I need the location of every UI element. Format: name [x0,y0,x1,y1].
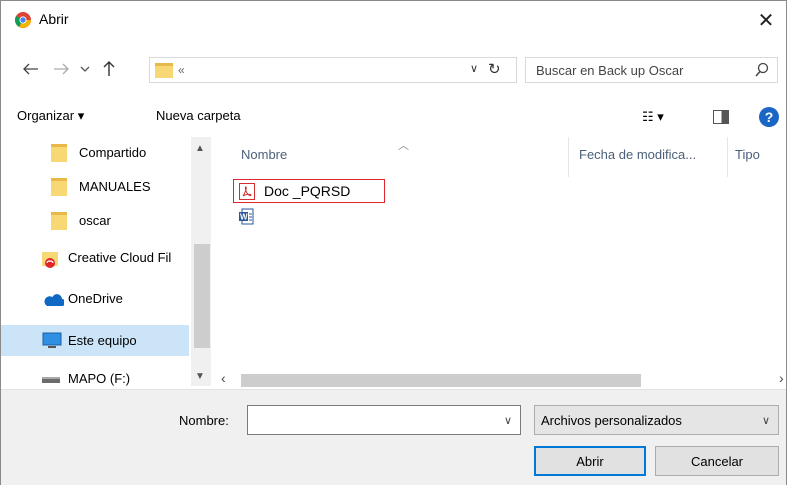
nav-item-label: OneDrive [68,291,123,306]
address-dropdown-icon[interactable]: ∨ [470,62,478,75]
refresh-icon[interactable]: ↻ [488,60,501,78]
nav-item-mapo-drive[interactable]: MAPO (F:) [1,365,189,386]
organize-button[interactable]: Organizar ▾ [17,108,84,124]
search-placeholder: Buscar en Back up Oscar [536,63,684,78]
chrome-icon [15,12,31,28]
chevron-down-icon[interactable]: ∨ [504,414,512,427]
breadcrumb[interactable]: « [178,63,185,77]
address-row: « ∨ ↻ Buscar en Back up Oscar [1,53,786,85]
nav-item-label: Compartido [79,145,147,160]
chevron-down-icon[interactable]: ▼ [195,371,205,382]
close-button[interactable]: ✕ [746,1,786,39]
word-doc-icon: W [239,208,254,225]
folder-icon [51,178,67,196]
nav-item-este-equipo[interactable]: Este equipo [1,325,189,356]
file-name-label: Nombre: [179,413,229,428]
column-divider[interactable] [727,137,728,177]
column-divider[interactable] [568,137,569,177]
title-bar: Abrir ✕ [1,1,786,39]
new-folder-button[interactable]: Nueva carpeta [156,108,241,123]
view-options-button[interactable]: ☷ ▾ [642,109,664,125]
pdf-icon [239,183,255,200]
forward-arrow-icon [54,63,69,75]
nav-item-onedrive[interactable]: OneDrive [1,285,189,313]
chevron-up-icon[interactable]: ▲ [195,143,205,154]
nav-scroll-thumb[interactable] [194,244,210,348]
creative-cloud-icon [42,252,58,268]
file-item[interactable]: Doc _PQRSD [233,179,385,203]
nav-item-manuales[interactable]: MANUALES [1,173,189,201]
nav-item-label: MANUALES [79,179,151,194]
computer-icon [42,332,62,348]
column-header-type[interactable]: Tipo [735,147,760,162]
horizontal-scroll-thumb[interactable] [241,374,641,387]
nav-item-label: Creative Cloud Fil [68,250,172,265]
svg-text:W: W [240,213,248,222]
chevron-down-icon: ∨ [761,415,770,427]
horizontal-scrollbar[interactable]: ‹ › [213,370,786,388]
address-bar[interactable]: « ∨ ↻ [149,57,517,83]
open-button[interactable]: Abrir [534,446,646,476]
sort-ascending-icon: ︿ [398,140,409,152]
column-header-date[interactable]: Fecha de modifica... [579,147,696,162]
nav-item-oscar[interactable]: oscar [1,207,189,235]
search-icon [755,62,769,77]
dialog-title: Abrir [39,11,69,27]
bottom-panel: Nombre: ∨ Archivos personalizados ∨ Abri… [1,389,786,485]
nav-item-label: oscar [79,213,111,228]
nav-item-compartido[interactable]: Compartido [1,139,189,167]
open-file-dialog: Abrir ✕ « ∨ ↻ Buscar en Back up Oscar Or… [0,0,787,485]
onedrive-icon [44,294,64,306]
preview-pane-icon[interactable] [713,110,729,124]
close-icon: ✕ [757,9,775,32]
back-arrow-icon [23,63,38,75]
file-list: ︿ Nombre Fecha de modifica... Tipo Doc _… [213,137,786,388]
up-button[interactable] [99,59,119,79]
folder-icon [155,63,173,78]
help-icon[interactable]: ? [759,107,779,127]
file-item[interactable]: W [233,205,385,229]
file-type-value: Archivos personalizados [541,413,682,428]
cancel-button[interactable]: Cancelar [655,446,779,476]
command-toolbar: Organizar ▾ Nueva carpeta ☷ ▾ ? [1,101,786,133]
file-type-select[interactable]: Archivos personalizados ∨ [534,405,779,435]
up-arrow-icon [103,61,115,76]
file-name: Doc _PQRSD [264,183,351,199]
file-name-input[interactable]: ∨ [247,405,521,435]
navigation-pane: Compartido MANUALES oscar Creative Cloud… [1,137,211,386]
recent-locations-button[interactable] [75,59,95,79]
chevron-down-icon [80,66,90,72]
folder-icon [51,144,67,162]
nav-item-label: Este equipo [68,333,137,348]
back-button[interactable] [21,59,41,79]
nav-item-label: MAPO (F:) [68,371,131,386]
folder-icon [51,212,67,230]
search-input[interactable]: Buscar en Back up Oscar [525,57,778,83]
drive-icon [42,377,60,383]
forward-button[interactable] [51,59,71,79]
nav-item-creative-cloud[interactable]: Creative Cloud Fil [1,244,189,272]
column-header-name[interactable]: Nombre [241,147,287,162]
nav-scrollbar[interactable]: ▲ ▼ [191,137,211,386]
chevron-right-icon[interactable]: › [779,370,784,386]
chevron-left-icon[interactable]: ‹ [221,370,226,386]
